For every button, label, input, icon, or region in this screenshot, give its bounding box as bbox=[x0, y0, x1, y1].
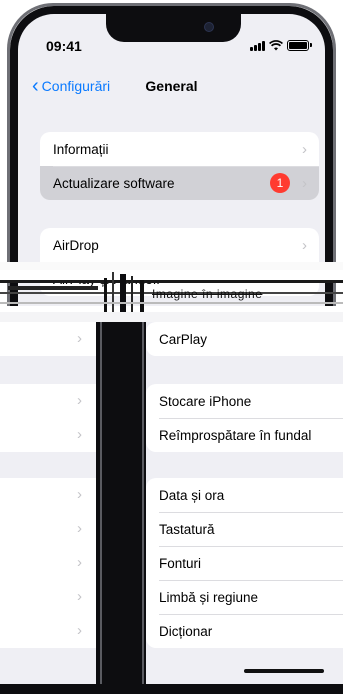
row-label: Data și ora bbox=[159, 487, 225, 503]
chevron-right-icon: › bbox=[77, 392, 82, 409]
row-label: Reîmprospătare în fundal bbox=[159, 427, 312, 443]
row-label: AirDrop bbox=[53, 237, 99, 253]
signal-icon bbox=[250, 40, 265, 51]
chevron-right-icon: › bbox=[302, 174, 307, 192]
notch bbox=[106, 14, 241, 42]
status-icons bbox=[250, 40, 312, 51]
battery-icon bbox=[287, 40, 312, 51]
left-list-fragment: › › › › › › › › bbox=[0, 322, 96, 694]
row-label: CarPlay bbox=[159, 331, 208, 347]
chevron-right-icon: › bbox=[77, 588, 82, 605]
row-label: Stocare iPhone bbox=[159, 393, 252, 409]
phone-frame-bottom bbox=[0, 684, 343, 694]
row-label: Fonturi bbox=[159, 555, 202, 571]
phone-frame-top: 09:41 ‹ Configurări General Informații › bbox=[7, 3, 336, 306]
group-storage: Stocare iPhone Reîmprospătare în fundal bbox=[146, 384, 343, 452]
settings-row-background-refresh[interactable]: Reîmprospătare în fundal bbox=[146, 418, 343, 452]
glitch-text: Imagine în imagine bbox=[152, 287, 263, 301]
settings-row-fonts[interactable]: Fonturi bbox=[146, 546, 343, 580]
update-badge: 1 bbox=[270, 173, 290, 193]
row-label: Actualizare software bbox=[53, 175, 175, 191]
group-about: Informații › Actualizare software 1 › bbox=[40, 132, 319, 200]
status-time: 09:41 bbox=[46, 38, 82, 54]
settings-row-keyboard[interactable]: Tastatură bbox=[146, 512, 343, 546]
settings-row-date-time[interactable]: Data și ora bbox=[146, 478, 343, 512]
settings-row-dictionary[interactable]: Dicționar bbox=[146, 614, 343, 648]
frame-edge bbox=[142, 322, 144, 688]
row-label: Limbă și regiune bbox=[159, 589, 259, 605]
camera-icon bbox=[204, 22, 214, 32]
settings-row-informatii[interactable]: Informații › bbox=[40, 132, 319, 166]
left-row-group: › › › › › bbox=[0, 478, 96, 648]
chevron-right-icon: › bbox=[302, 236, 307, 254]
left-row-group: › › bbox=[0, 384, 96, 452]
settings-row-language-region[interactable]: Limbă și regiune bbox=[146, 580, 343, 614]
chevron-right-icon: › bbox=[77, 426, 82, 443]
split-settings-view: › › › › › › › › CarPlay Stocare iPhone R… bbox=[0, 322, 343, 694]
left-row[interactable]: › bbox=[0, 322, 96, 356]
group-locale: Data și ora Tastatură Fonturi Limbă și r… bbox=[146, 478, 343, 648]
settings-row-storage[interactable]: Stocare iPhone bbox=[146, 384, 343, 418]
frame-edge bbox=[100, 322, 102, 688]
navigation-bar: ‹ Configurări General bbox=[18, 74, 325, 98]
wifi-icon bbox=[269, 40, 283, 51]
home-indicator[interactable] bbox=[244, 669, 324, 673]
glitch-band: Imagine în imagine bbox=[0, 262, 343, 322]
page-title: General bbox=[145, 78, 198, 94]
chevron-right-icon: › bbox=[77, 520, 82, 537]
phone-frame-divider bbox=[96, 322, 146, 688]
row-label: Informații bbox=[53, 141, 109, 157]
settings-row-carplay[interactable]: CarPlay bbox=[146, 322, 343, 356]
chevron-right-icon: › bbox=[77, 622, 82, 639]
right-list: CarPlay Stocare iPhone Reîmprospătare în… bbox=[146, 322, 343, 694]
group-carplay: CarPlay bbox=[146, 322, 343, 356]
chevron-right-icon: › bbox=[77, 486, 82, 503]
settings-row-airdrop[interactable]: AirDrop › bbox=[40, 228, 319, 262]
row-label: Tastatură bbox=[159, 521, 215, 537]
chevron-right-icon: › bbox=[77, 554, 82, 571]
chevron-right-icon: › bbox=[302, 140, 307, 158]
row-label: Dicționar bbox=[159, 623, 213, 639]
settings-row-software-update[interactable]: Actualizare software 1 › bbox=[40, 166, 319, 200]
